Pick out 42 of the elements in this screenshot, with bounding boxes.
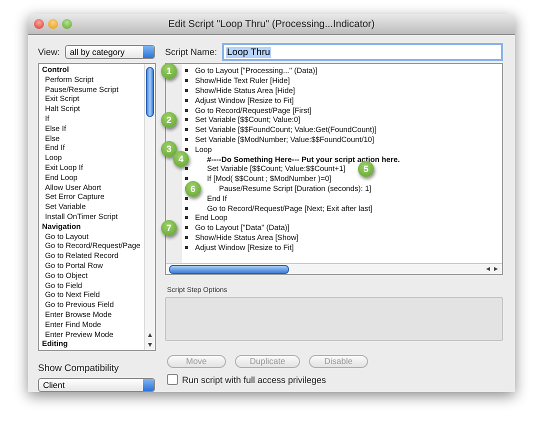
drag-handle-icon[interactable] [185, 206, 188, 210]
close-button[interactable] [34, 19, 44, 29]
drag-handle-icon[interactable] [185, 128, 188, 132]
drag-handle-icon[interactable] [185, 246, 188, 249]
callout-badge: 6 [185, 180, 201, 197]
drag-handle-icon[interactable] [185, 236, 188, 239]
compatibility-dropdown[interactable]: Client [38, 378, 155, 392]
script-name-field[interactable]: Loop Thru [222, 43, 503, 61]
checkbox[interactable] [167, 374, 178, 385]
drag-handle-icon[interactable] [185, 118, 188, 122]
callout-badge: 3 [161, 141, 177, 158]
drag-handle-icon[interactable] [185, 148, 188, 151]
script-name-label: Script Name: [165, 47, 218, 57]
stepper-icon [143, 379, 154, 391]
checkbox-label: Run script with full access privileges [182, 374, 326, 384]
drag-handle-icon[interactable] [185, 79, 188, 82]
drag-handle-icon[interactable] [185, 226, 188, 230]
callout-badge: 7 [161, 220, 177, 236]
scroll-thumb[interactable] [146, 67, 154, 117]
drag-handle-icon[interactable] [185, 216, 188, 220]
view-label: View: [38, 47, 60, 57]
drag-handle-icon[interactable] [185, 88, 188, 92]
drag-handle-icon[interactable] [185, 138, 188, 141]
callout-badge: 5 [358, 160, 374, 177]
drag-handle-icon[interactable] [185, 69, 188, 72]
stepper-icon [142, 46, 154, 58]
scroll-right-icon[interactable] [494, 267, 498, 271]
callout-badge: 1 [161, 63, 177, 79]
scroll-thumb[interactable] [169, 264, 289, 274]
drag-handle-icon[interactable] [185, 177, 188, 180]
compatibility-label: Show Compatibility [38, 363, 120, 374]
scroll-down-icon[interactable] [148, 343, 152, 347]
drag-handle-icon[interactable] [185, 108, 188, 112]
drag-handle-icon[interactable] [185, 98, 188, 102]
scroll-left-icon[interactable] [486, 267, 490, 271]
callout-badge: 2 [161, 112, 177, 128]
drag-handle-icon[interactable] [185, 167, 188, 170]
view-dropdown[interactable]: all by category [64, 45, 155, 59]
drag-handle-icon[interactable] [185, 196, 188, 200]
callout-badge: 4 [173, 151, 189, 168]
window-title: Edit Script "Loop Thru" (Processing...Indicator) [168, 18, 375, 30]
scroll-up-icon[interactable] [148, 333, 152, 337]
